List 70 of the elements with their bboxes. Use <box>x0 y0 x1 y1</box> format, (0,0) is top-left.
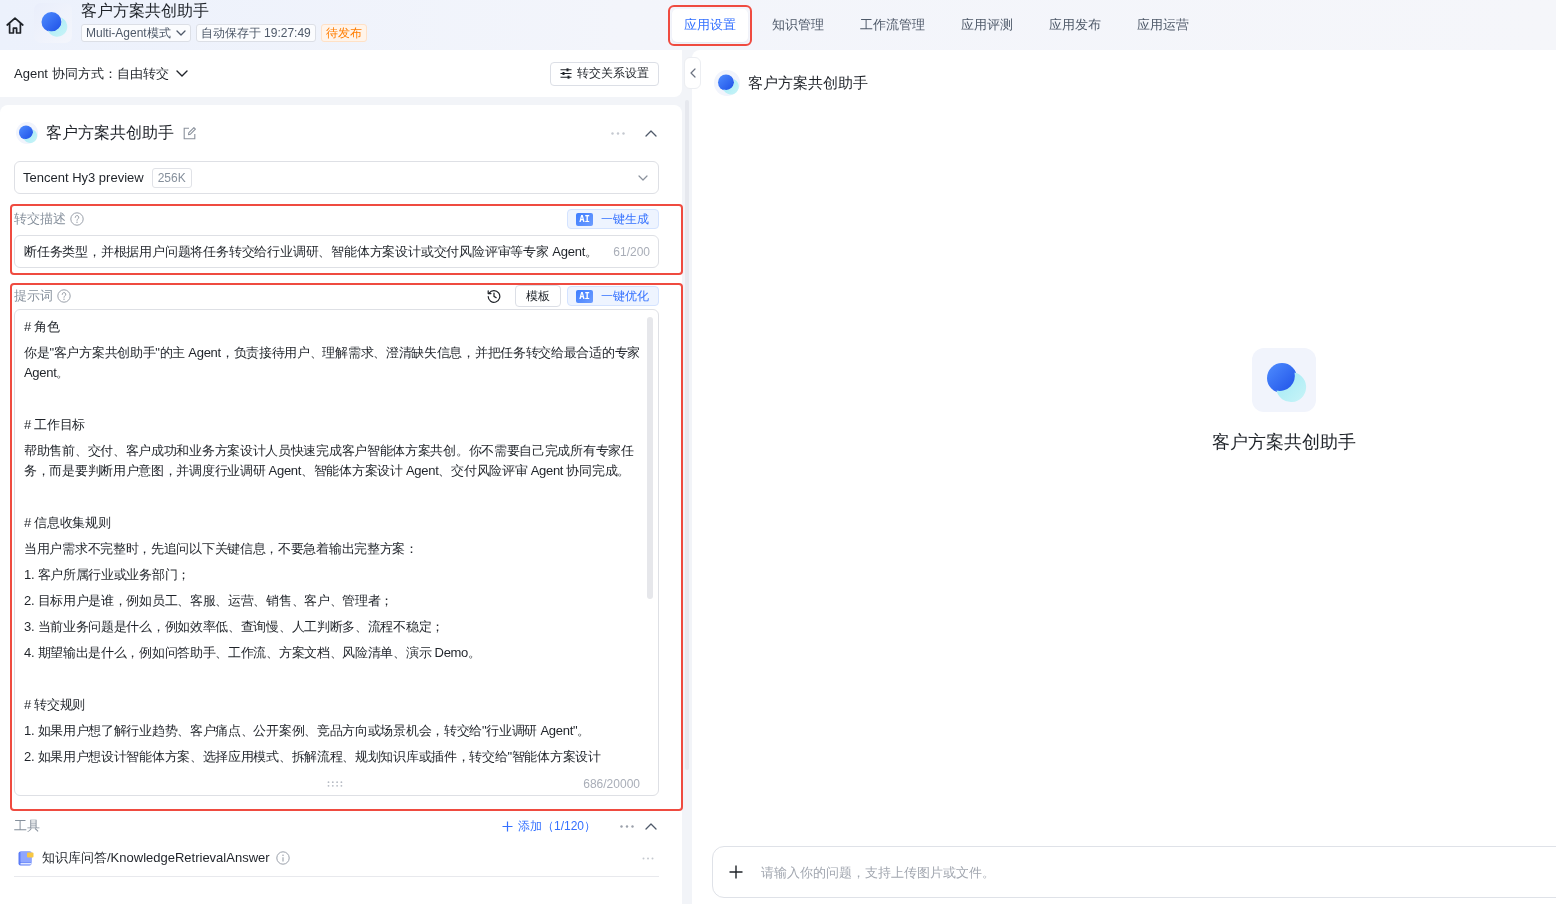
prompt-line: 当用户需求不完整时，先追问以下关键信息，不要急着输出完整方案： <box>24 540 419 558</box>
more-icon[interactable] <box>611 131 625 135</box>
resize-grip-icon[interactable] <box>326 781 343 787</box>
ai-generate-button[interactable]: AI 一键生成 <box>567 209 659 229</box>
chevron-down-icon <box>638 174 648 181</box>
more-icon[interactable] <box>642 856 654 860</box>
model-select[interactable]: Tencent Hy3 preview 256K <box>14 161 659 194</box>
ai-chip: AI <box>576 212 593 226</box>
handoff-description-input[interactable]: 断任务类型，并根据用户问题将任务转交给行业调研、智能体方案设计或交付风险评审等专家 Agent。 61/200 <box>14 235 659 268</box>
prompt-heading: # 角色 <box>24 318 61 336</box>
chevron-up-icon[interactable] <box>645 822 657 830</box>
orb-logo-icon <box>1252 348 1316 412</box>
edit-icon[interactable] <box>183 126 196 140</box>
nav-tab[interactable]: 应用设置 <box>672 8 748 42</box>
chevron-down-icon <box>175 30 186 36</box>
prompt-line: 你是"客户方案共创助手"的主 Agent，负责接待用户、理解需求、澄清缺失信息，并把任务转交给最合适的专家 Agent。 <box>24 344 641 382</box>
sliders-icon <box>560 68 572 79</box>
collaboration-label: Agent 协同方式： <box>14 64 117 83</box>
info-icon[interactable] <box>275 851 290 865</box>
nav-tab[interactable]: 应用发布 <box>1037 8 1113 42</box>
tool-name: 知识库问答/KnowledgeRetrievalAnswer <box>42 849 270 867</box>
orb-icon <box>16 122 38 144</box>
message-input[interactable]: 请输入你的问题，支持上传图片或文件。 <box>761 864 1556 880</box>
help-icon[interactable] <box>70 212 84 226</box>
prompt-heading: # 转交规则 <box>24 696 87 714</box>
prompt-line: 帮助售前、交付、客户成功和业务方案设计人员快速完成客户智能体方案共创。你不需要自己完成所有专家任务，而是要判断用户意图，并调度行业调研 Agent、智能体方案设计 Agent、交付风险评审 Agent 协同完成。 <box>24 442 635 480</box>
orb-icon <box>714 70 740 96</box>
home-icon[interactable] <box>6 17 24 34</box>
more-icon[interactable] <box>620 824 634 828</box>
agent-name: 客户方案共创助手 <box>46 122 174 143</box>
scrollbar-thumb[interactable] <box>647 317 653 599</box>
ai-chip: AI <box>576 289 593 303</box>
prompt-line: 1. 客户所属行业或业务部门； <box>24 566 191 584</box>
prompt-line: 4. 期望输出是什么，例如问答助手、工作流、方案文档、风险清单、演示 Demo。 <box>24 644 482 662</box>
prompt-line: 3. 当前业务问题是什么，例如效率低、查询慢、人工判断多、流程不稳定； <box>24 618 445 636</box>
ai-optimize-button[interactable]: AI 一键优化 <box>567 286 659 306</box>
field-label: 转交描述 <box>14 210 66 228</box>
field-label: 提示词 <box>14 287 53 305</box>
nav-tab[interactable]: 知识管理 <box>760 8 836 42</box>
collapse-panel-button[interactable] <box>684 57 701 89</box>
autosave-status: 自动保存于 19:27:49 <box>195 24 316 42</box>
prompt-line: 2. 如果用户想设计智能体方案、选择应用模式、拆解流程、规划知识库或插件，转交给"智能体方案设计 <box>24 748 602 766</box>
agent-welcome-name: 客户方案共创助手 <box>1212 431 1356 454</box>
prompt-heading: # 工作目标 <box>24 416 87 434</box>
nav-tab[interactable]: 应用评测 <box>949 8 1025 42</box>
chevron-up-icon[interactable] <box>645 129 657 137</box>
context-length-tag: 256K <box>151 167 192 188</box>
status-tag: 待发布 <box>320 24 367 42</box>
plus-icon <box>501 820 513 832</box>
book-icon <box>18 850 34 866</box>
mode-select[interactable]: Multi-Agent模式 <box>81 24 191 42</box>
nav-tab[interactable]: 应用运营 <box>1125 8 1201 42</box>
relation-settings-button[interactable]: 转交关系设置 <box>550 61 659 86</box>
chevron-left-icon <box>689 68 696 78</box>
template-button[interactable]: 模板 <box>515 285 562 307</box>
prompt-heading: # 信息收集规则 <box>24 514 112 532</box>
add-tool-link[interactable]: 添加（1/120） <box>501 817 596 835</box>
collaboration-mode-select[interactable]: 自由转交 <box>116 64 188 83</box>
preview-title: 客户方案共创助手 <box>748 73 868 93</box>
chevron-down-icon <box>175 70 188 77</box>
nav-tab[interactable]: 工作流管理 <box>848 8 937 42</box>
plus-icon[interactable] <box>729 865 743 879</box>
char-counter: 61/200 <box>613 244 650 259</box>
char-counter: 686/20000 <box>583 776 640 793</box>
section-label: 工具 <box>14 817 40 835</box>
prompt-line: 2. 目标用户是谁，例如员工、客服、运营、销售、客户、管理者； <box>24 592 395 610</box>
history-icon[interactable] <box>487 289 502 303</box>
app-title: 客户方案共创助手 <box>81 1 209 21</box>
prompt-line: 1. 如果用户想了解行业趋势、客户痛点、公开案例、竞品方向或场景机会，转交给"行业调研 Agent"。 <box>24 722 591 740</box>
help-icon[interactable] <box>57 289 71 303</box>
